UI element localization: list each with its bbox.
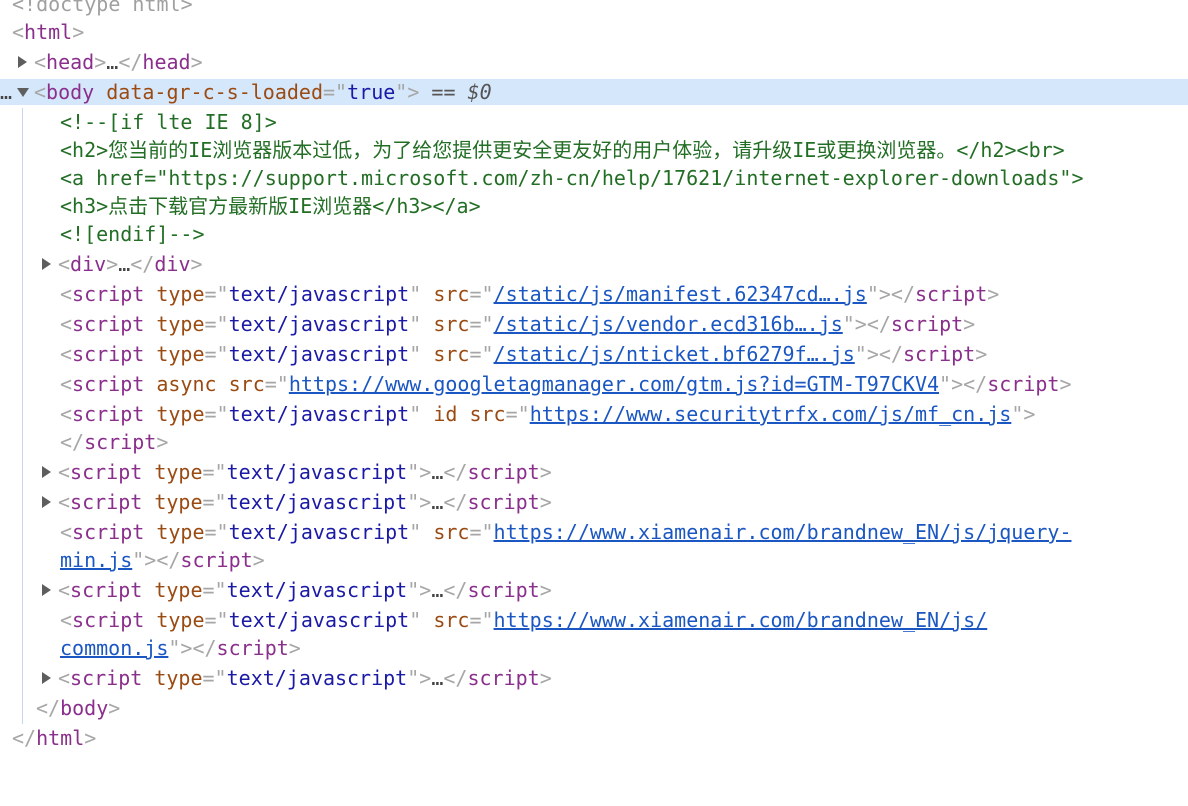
script-src-link[interactable]: /static/js/nticket.bf6279f….js <box>494 342 855 366</box>
html-open-line[interactable]: <html> <box>0 18 1188 46</box>
html-close-line[interactable]: </html> <box>0 724 1188 752</box>
comment-line[interactable]: <a href="https://support.microsoft.com/z… <box>0 164 1188 192</box>
elements-tree: <!doctype html> <html> <head>…</head> … … <box>0 0 1188 806</box>
script-src-link[interactable]: https://www.xiamenair.com/brandnew_EN/js… <box>494 520 1072 544</box>
head-node[interactable]: <head>…</head> <box>0 48 1188 76</box>
comment-line[interactable]: <h2>您当前的IE浏览器版本过低，为了给您提供更安全更友好的用户体验，请升级I… <box>0 136 1188 164</box>
body-node-selected[interactable]: … <body data-gr-c-s-loaded="true"> == $0 <box>0 79 1188 105</box>
script-src-link[interactable]: https://www.googletagmanager.com/gtm.js?… <box>289 372 939 396</box>
expand-arrow-icon[interactable] <box>42 258 51 270</box>
doctype-line[interactable]: <!doctype html> <box>0 0 1188 18</box>
script-src-link[interactable]: min.js <box>60 548 132 572</box>
script-src-link[interactable]: https://www.xiamenair.com/brandnew_EN/js… <box>494 608 988 632</box>
script-node[interactable]: <script type="text/javascript" src="/sta… <box>0 340 1188 368</box>
comment-line[interactable]: <h3>点击下载官方最新版IE浏览器</h3></a> <box>0 192 1188 220</box>
script-node[interactable]: <script type="text/javascript" src="/sta… <box>0 280 1188 308</box>
script-node[interactable]: <script type="text/javascript" id src="h… <box>0 400 1188 428</box>
body-close-line[interactable]: </body> <box>0 694 1188 722</box>
expand-arrow-icon[interactable] <box>42 672 51 684</box>
script-node-collapsed[interactable]: <script type="text/javascript">…</script… <box>0 664 1188 692</box>
selected-node-marker: == $0 <box>431 80 492 104</box>
script-node-collapsed[interactable]: <script type="text/javascript">…</script… <box>0 458 1188 486</box>
doctype-text: <!doctype html> <box>12 0 193 16</box>
script-node[interactable]: <script type="text/javascript" src="http… <box>0 518 1188 546</box>
expand-arrow-icon[interactable] <box>18 56 27 68</box>
script-src-link[interactable]: /static/js/vendor.ecd316b….js <box>494 312 843 336</box>
script-close-line[interactable]: </script> <box>0 428 1188 456</box>
expand-arrow-icon[interactable] <box>42 466 51 478</box>
collapse-arrow-icon[interactable] <box>17 88 29 97</box>
script-src-link[interactable]: https://www.securitytrfx.com/js/mf_cn.js <box>530 402 1012 426</box>
div-node[interactable]: <div>…</div> <box>0 250 1188 278</box>
script-src-link[interactable]: common.js <box>60 636 168 660</box>
script-node-collapsed[interactable]: <script type="text/javascript">…</script… <box>0 576 1188 604</box>
gutter-ellipsis: … <box>0 80 13 104</box>
expand-arrow-icon[interactable] <box>42 584 51 596</box>
script-node-wrap[interactable]: common.js"></script> <box>0 634 1188 662</box>
comment-line[interactable]: <![endif]--> <box>0 220 1188 248</box>
script-node-collapsed[interactable]: <script type="text/javascript">…</script… <box>0 488 1188 516</box>
script-node-wrap[interactable]: min.js"></script> <box>0 546 1188 574</box>
script-node[interactable]: <script type="text/javascript" src="http… <box>0 606 1188 634</box>
html-tag: html <box>24 20 73 44</box>
comment-line[interactable]: <!--[if lte IE 8]> <box>0 108 1188 136</box>
script-src-link[interactable]: /static/js/manifest.62347cd….js <box>494 282 867 306</box>
script-node[interactable]: <script async src="https://www.googletag… <box>0 370 1188 398</box>
script-node[interactable]: <script type="text/javascript" src="/sta… <box>0 310 1188 338</box>
expand-arrow-icon[interactable] <box>42 496 51 508</box>
